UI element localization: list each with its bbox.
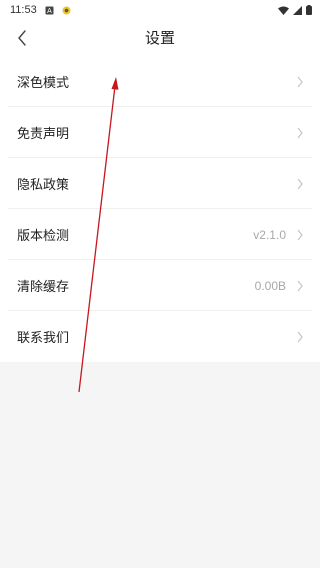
notification-a-icon: A bbox=[45, 6, 54, 15]
battery-icon bbox=[306, 5, 312, 15]
settings-row-label: 清除缓存 bbox=[17, 280, 70, 295]
header-bar: 设置 bbox=[0, 20, 320, 56]
settings-row-privacy-policy[interactable]: 隐私政策 bbox=[0, 158, 320, 209]
settings-row-label: 隐私政策 bbox=[17, 178, 70, 193]
chevron-right-icon bbox=[297, 331, 303, 342]
status-left: 11:53 A bbox=[10, 4, 71, 16]
chevron-right-icon bbox=[297, 280, 303, 291]
svg-text:A: A bbox=[47, 8, 52, 15]
signal-icon bbox=[293, 5, 302, 15]
page-title: 设置 bbox=[144, 29, 175, 47]
settings-row-disclaimer[interactable]: 免责声明 bbox=[0, 107, 320, 158]
version-value: v2.1.0 bbox=[253, 227, 286, 242]
cache-size-value: 0.00B bbox=[254, 278, 286, 293]
settings-row-clear-cache[interactable]: 清除缓存 0.00B bbox=[0, 260, 320, 311]
wifi-icon bbox=[278, 6, 289, 15]
chevron-right-icon bbox=[297, 127, 303, 138]
status-bar: 11:53 A bbox=[0, 0, 320, 20]
settings-row-version-check[interactable]: 版本检测 v2.1.0 bbox=[0, 209, 320, 260]
settings-list: 深色模式 免责声明 隐私政策 版本检测 v2.1.0 清除缓存 0.00B 联系… bbox=[0, 56, 320, 362]
status-right bbox=[278, 5, 312, 15]
settings-row-dark-mode[interactable]: 深色模式 bbox=[0, 56, 320, 107]
chevron-right-icon bbox=[297, 178, 303, 189]
chevron-right-icon bbox=[297, 229, 303, 240]
settings-row-contact-us[interactable]: 联系我们 bbox=[0, 311, 320, 362]
notification-dot-icon bbox=[62, 6, 71, 14]
chevron-right-icon bbox=[297, 76, 303, 87]
settings-row-label: 免责声明 bbox=[17, 127, 70, 142]
settings-row-label: 版本检测 bbox=[17, 229, 70, 244]
status-time: 11:53 bbox=[10, 4, 37, 16]
settings-row-label: 深色模式 bbox=[17, 76, 70, 91]
settings-row-label: 联系我们 bbox=[17, 331, 70, 346]
